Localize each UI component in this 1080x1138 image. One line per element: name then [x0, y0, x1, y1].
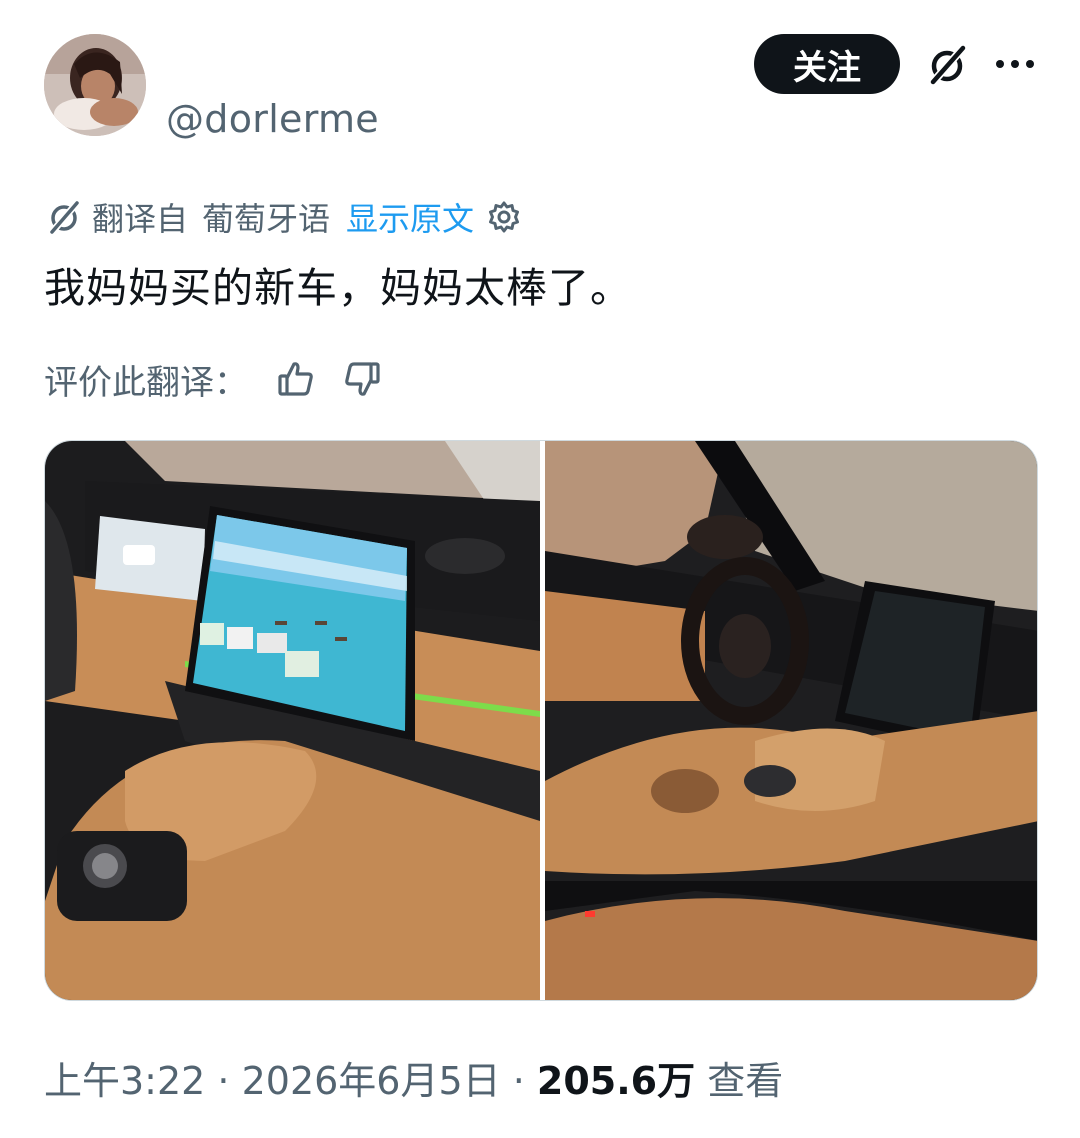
car-interior-image	[545, 441, 1037, 1000]
views-label: 查看	[695, 1059, 784, 1103]
car-interior-image	[45, 441, 540, 1000]
tweet-time[interactable]: 上午3:22	[44, 1059, 205, 1103]
thumbs-down-button[interactable]	[342, 359, 382, 399]
more-options-button[interactable]	[990, 44, 1040, 84]
follow-button[interactable]: 关注	[754, 34, 900, 94]
grok-slash-icon	[930, 45, 966, 85]
translate-icon	[46, 199, 82, 235]
show-original-link[interactable]: 显示原文	[346, 194, 474, 240]
ellipsis-icon	[996, 60, 1034, 68]
meta-separator: ·	[500, 1059, 537, 1103]
photo-car-dashboard-1[interactable]	[45, 441, 540, 1000]
grok-slash-icon	[50, 201, 79, 234]
photo-car-dashboard-2[interactable]	[545, 441, 1037, 1000]
gear-icon	[489, 201, 520, 233]
rate-translation-label: 评价此翻译：	[44, 362, 248, 403]
grok-button[interactable]	[922, 40, 972, 90]
tweet-meta: 上午3:22 · 2026年6月5日 · 205.6万 查看	[44, 1050, 783, 1105]
user-handle[interactable]: @dorlerme	[166, 97, 379, 141]
source-language: 葡萄牙语	[202, 200, 331, 238]
translation-settings-button[interactable]	[486, 199, 522, 235]
translated-from-label: 翻译自	[92, 200, 189, 238]
rate-translation: 评价此翻译：	[44, 354, 382, 404]
tweet-text: 我妈妈买的新车，妈妈太棒了。	[44, 264, 632, 312]
thumbs-down-icon	[345, 362, 380, 396]
views-count[interactable]: 205.6万	[537, 1059, 695, 1103]
translation-info: 翻译自 葡萄牙语 显示原文	[46, 194, 522, 240]
thumbs-up-icon	[278, 362, 313, 396]
tweet-date[interactable]: 2026年6月5日	[242, 1059, 501, 1103]
media-grid	[44, 440, 1038, 1001]
avatar[interactable]	[44, 34, 146, 136]
thumbs-up-button[interactable]	[276, 359, 316, 399]
avatar-photo	[44, 34, 146, 136]
meta-separator: ·	[205, 1059, 242, 1103]
